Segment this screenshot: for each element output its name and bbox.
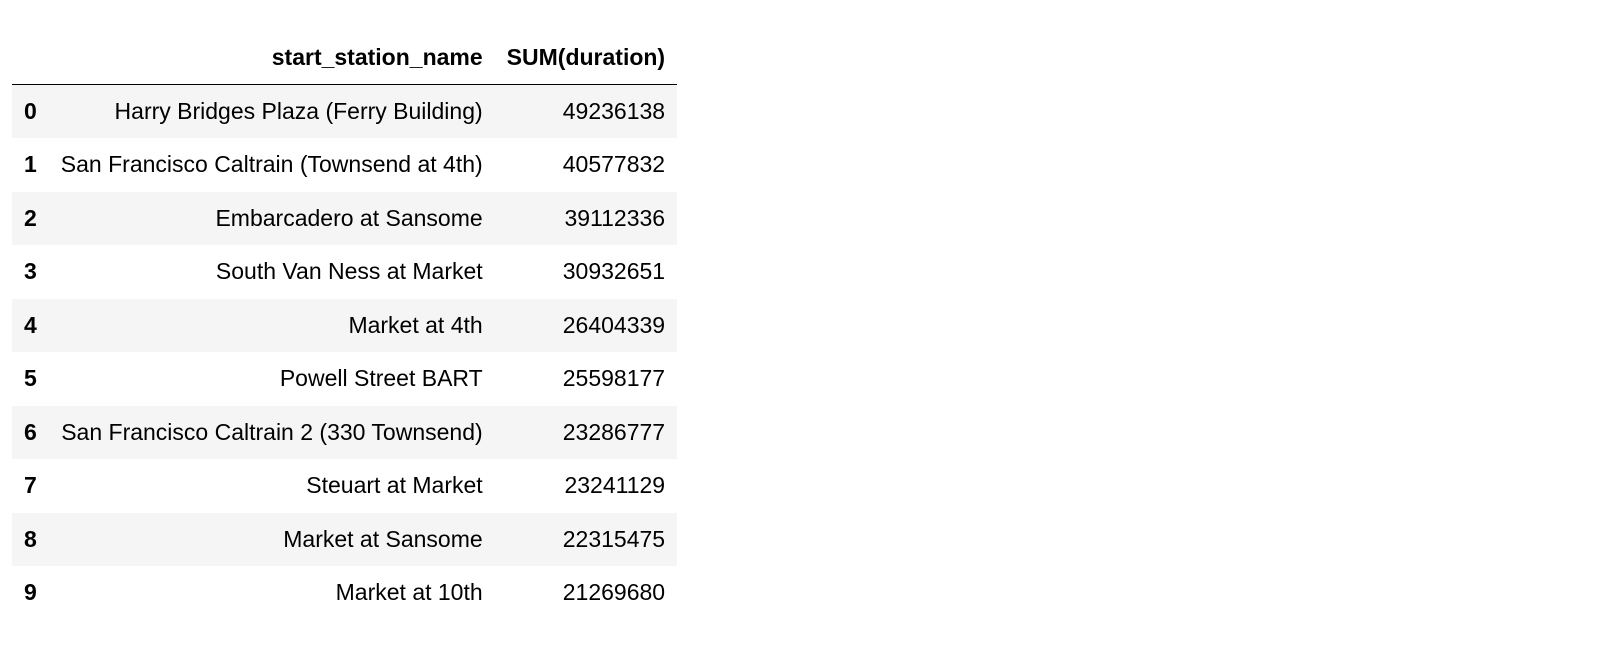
table-header: start_station_name SUM(duration) — [12, 31, 678, 85]
sum-duration-cell: 39112336 — [564, 204, 666, 231]
sum-duration-cell: 25598177 — [562, 365, 666, 392]
dataframe-table: start_station_name SUM(duration) 0 Harry… — [12, 31, 678, 620]
row-index: 5 — [24, 365, 37, 392]
table-row: 2 Embarcadero at Sansome 39112336 — [12, 191, 678, 245]
start-station-name-cell: Market at 10th — [335, 579, 483, 606]
table-row: 1 San Francisco Caltrain (Townsend at 4t… — [12, 138, 678, 192]
start-station-name-cell: San Francisco Caltrain (Townsend at 4th) — [60, 151, 483, 178]
row-index: 9 — [24, 579, 37, 606]
row-index: 7 — [24, 472, 37, 499]
row-index: 0 — [24, 98, 37, 124]
start-station-name-cell: Powell Street BART — [279, 365, 483, 392]
table-row: 3 South Van Ness at Market 30932651 — [12, 245, 678, 299]
start-station-name-cell: Harry Bridges Plaza (Ferry Building) — [114, 98, 483, 124]
sum-duration-cell: 49236138 — [562, 98, 666, 124]
sum-duration-cell: 23286777 — [562, 418, 666, 445]
table-row: 5 Powell Street BART 25598177 — [12, 352, 678, 406]
sum-duration-cell: 22315475 — [562, 525, 666, 552]
sum-duration-cell: 26404339 — [562, 311, 666, 338]
start-station-name-cell: South Van Ness at Market — [215, 258, 483, 285]
start-station-name-cell: Embarcadero at Sansome — [215, 204, 483, 231]
table-row: 0 Harry Bridges Plaza (Ferry Building) 4… — [12, 84, 678, 138]
row-index: 4 — [24, 311, 37, 338]
table-row: 4 Market at 4th 26404339 — [12, 298, 678, 352]
dataframe-output: start_station_name SUM(duration) 0 Harry… — [12, 31, 678, 620]
table-row: 6 San Francisco Caltrain 2 (330 Townsend… — [12, 405, 678, 459]
index-column-header — [12, 31, 49, 85]
start-station-name-cell: Steuart at Market — [306, 472, 483, 499]
sum-duration-cell: 40577832 — [562, 151, 666, 178]
table-body: 0 Harry Bridges Plaza (Ferry Building) 4… — [12, 84, 678, 620]
start-station-name-column-header: start_station_name — [48, 31, 495, 85]
row-index: 8 — [24, 525, 37, 552]
table-row: 9 Market at 10th 21269680 — [12, 566, 678, 620]
row-index: 2 — [24, 204, 37, 231]
sum-duration-cell: 21269680 — [562, 579, 666, 606]
start-station-name-cell: Market at Sansome — [283, 525, 483, 552]
sum-duration-column-header: SUM(duration) — [494, 31, 678, 85]
header-row: start_station_name SUM(duration) — [12, 31, 678, 85]
row-index: 1 — [24, 151, 37, 178]
row-index: 6 — [24, 418, 37, 445]
start-station-name-cell: San Francisco Caltrain 2 (330 Townsend) — [61, 418, 483, 445]
table-row: 8 Market at Sansome 22315475 — [12, 512, 678, 566]
sum-duration-cell: 23241129 — [564, 472, 666, 499]
sum-duration-cell: 30932651 — [562, 258, 666, 285]
start-station-name-cell: Market at 4th — [348, 311, 483, 338]
table-row: 7 Steuart at Market 23241129 — [12, 459, 678, 513]
row-index: 3 — [24, 258, 37, 285]
